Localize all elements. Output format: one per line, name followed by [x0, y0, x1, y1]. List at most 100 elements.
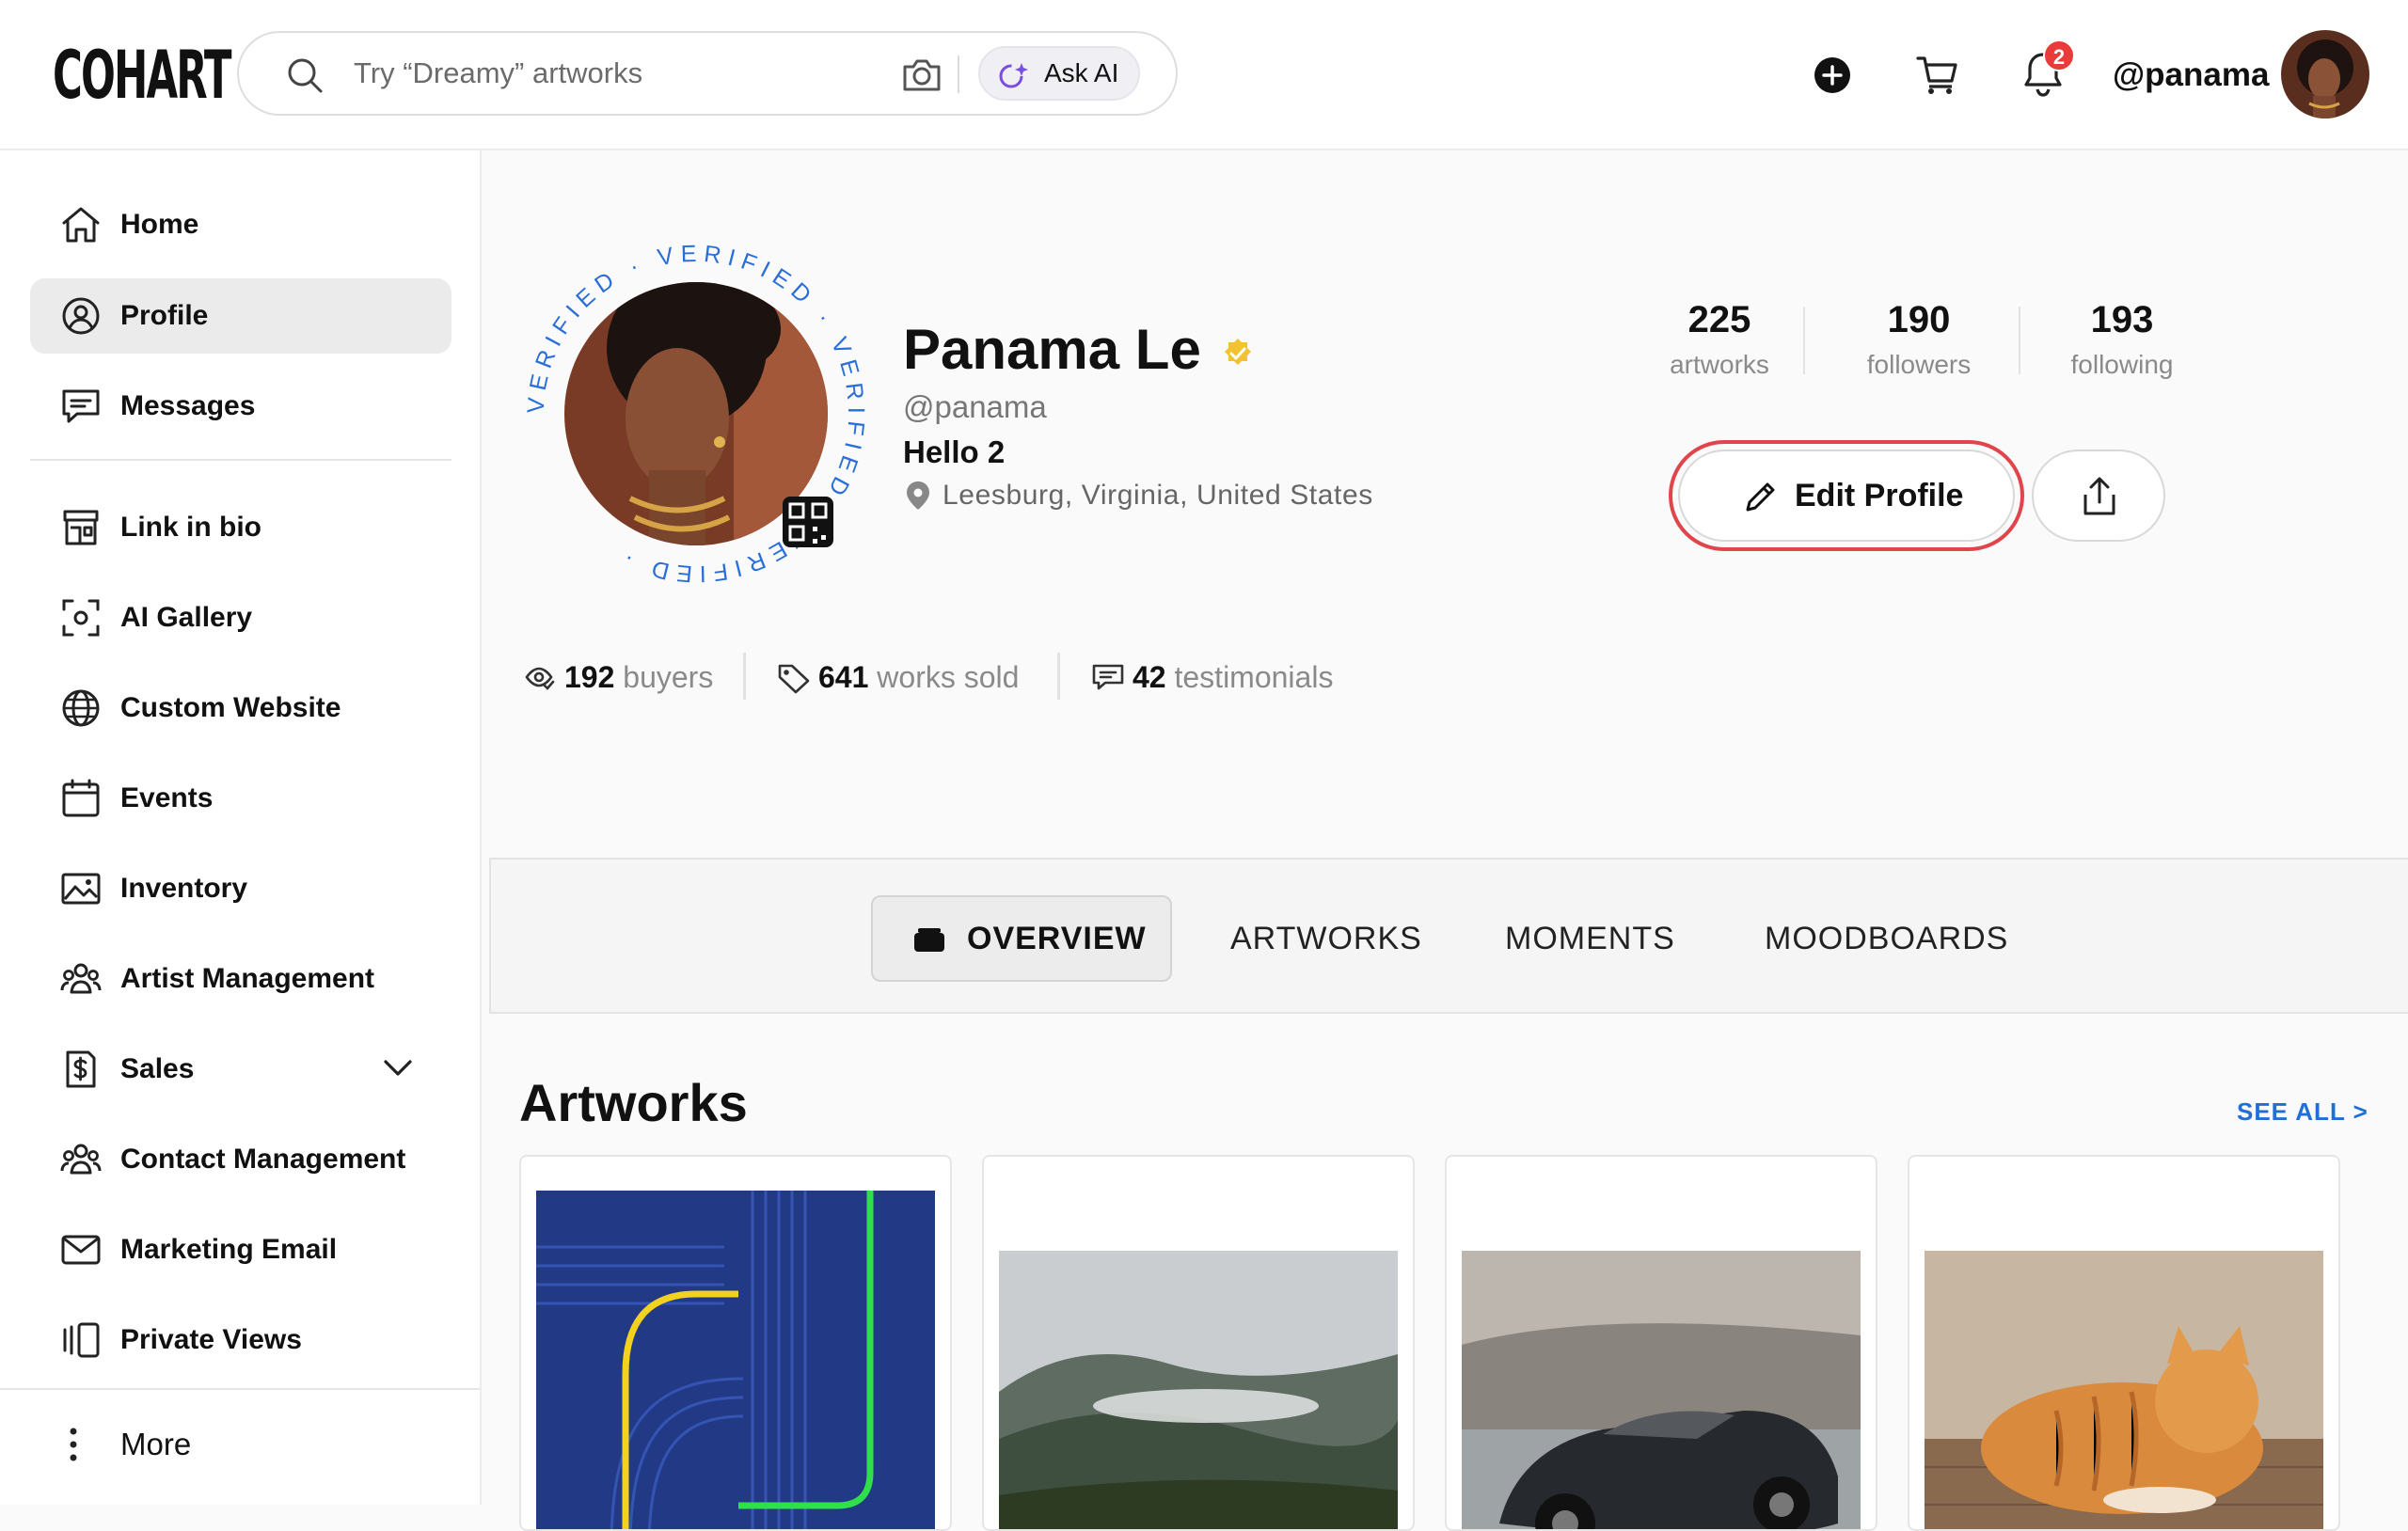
ask-ai-button[interactable]: Ask AI: [978, 46, 1140, 101]
messages-icon: [62, 389, 100, 423]
tag-icon: [778, 664, 810, 694]
stat-followers[interactable]: 190 followers: [1861, 293, 1977, 384]
sidebar-item-custom-website[interactable]: Custom Website: [30, 671, 452, 746]
edit-profile-button[interactable]: Edit Profile: [1678, 450, 2015, 542]
sidebar-item-label: Private Views: [120, 1324, 302, 1355]
metric-divider: [743, 653, 746, 700]
sidebar-item-messages[interactable]: Messages: [30, 369, 452, 444]
sidebar-more-button[interactable]: More: [30, 1407, 452, 1482]
metric-number: 641: [818, 660, 869, 694]
verified-badge-icon: [1225, 339, 1251, 365]
sidebar-item-label: Sales: [120, 1053, 195, 1084]
stat-number: 225: [1687, 299, 1751, 340]
artwork-image-landscape: [999, 1251, 1398, 1529]
see-all-link[interactable]: SEE ALL >: [2237, 1095, 2368, 1129]
metric-label: works sold: [877, 660, 1020, 694]
artworks-section-title: Artworks: [519, 1073, 748, 1132]
sidebar-item-profile[interactable]: Profile: [30, 278, 452, 354]
tab-overview[interactable]: OVERVIEW: [871, 895, 1172, 982]
image-icon: [61, 873, 101, 905]
profile-tabs: OVERVIEW ARTWORKS MOMENTS MOODBOARDS: [489, 858, 2408, 1014]
mail-icon: [61, 1235, 101, 1265]
stat-caption: following: [2070, 350, 2174, 379]
calendar-icon: [62, 779, 100, 817]
sidebar-item-events[interactable]: Events: [30, 761, 452, 836]
qr-code-icon[interactable]: [783, 497, 833, 547]
cart-icon[interactable]: [1915, 53, 1958, 96]
ai-gallery-icon: [62, 599, 100, 637]
profile-location: Leesburg, Virginia, United States: [943, 480, 1373, 511]
notification-badge: 2: [2043, 39, 2075, 71]
testimonials-icon: [1092, 664, 1124, 690]
profile-handle: @panama: [903, 389, 1047, 424]
profile-name: Panama Le: [903, 318, 1201, 381]
artwork-image-abstract: [536, 1191, 935, 1529]
sidebar-item-home[interactable]: Home: [30, 187, 452, 262]
artwork-card[interactable]: [1445, 1155, 1877, 1531]
cohart-logo[interactable]: COHART: [53, 41, 231, 109]
artwork-image-cat: [1925, 1251, 2323, 1529]
search-icon: [288, 58, 323, 93]
search-input[interactable]: Try “Dreamy” artworks: [354, 33, 642, 114]
location-pin-icon: [907, 481, 929, 510]
camera-icon[interactable]: [901, 55, 943, 93]
header-username[interactable]: @panama: [2113, 49, 2269, 102]
tab-moments[interactable]: MOMENTS: [1505, 895, 1675, 982]
sidebar-item-label: Profile: [120, 300, 209, 331]
add-icon[interactable]: [1814, 56, 1851, 94]
sidebar-item-label: Link in bio: [120, 512, 261, 543]
buyers-icon: [525, 667, 555, 690]
top-header: COHART Try “Dreamy” artworks Ask AI 2 @p…: [0, 0, 2408, 150]
sidebar-item-label: Custom Website: [120, 692, 341, 723]
edit-profile-label: Edit Profile: [1795, 478, 1964, 513]
sidebar-bottom-divider: [0, 1388, 480, 1390]
artwork-card[interactable]: [1908, 1155, 2340, 1531]
sidebar-item-label: Artist Management: [120, 963, 375, 994]
search-bar[interactable]: Try “Dreamy” artworks Ask AI: [237, 31, 1178, 116]
artwork-image-car: [1462, 1251, 1861, 1529]
tab-moodboards[interactable]: MOODBOARDS: [1765, 895, 2008, 982]
sidebar-item-label: Marketing Email: [120, 1234, 338, 1265]
sidebar-item-private-views[interactable]: Private Views: [30, 1302, 452, 1378]
dollar-icon: [66, 1050, 96, 1088]
sidebar-item-label: Home: [120, 209, 199, 240]
stat-divider: [2019, 307, 2020, 374]
metric-number: 42: [1133, 660, 1166, 694]
tab-label: OVERVIEW: [967, 921, 1147, 956]
sidebar-item-label: Contact Management: [120, 1144, 406, 1175]
metric-divider: [1057, 653, 1060, 700]
sidebar-item-artist-management[interactable]: Artist Management: [30, 941, 452, 1017]
metric-number: 192: [564, 660, 615, 694]
people-icon: [60, 963, 102, 994]
stat-caption: artworks: [1670, 350, 1769, 379]
profile-icon: [62, 297, 100, 335]
sidebar-divider: [30, 459, 452, 461]
sidebar-item-contact-management[interactable]: Contact Management: [30, 1122, 452, 1197]
pencil-icon: [1746, 482, 1775, 512]
stat-number: 193: [2090, 299, 2154, 340]
stat-number: 190: [1887, 299, 1951, 340]
chevron-down-icon[interactable]: [382, 1056, 414, 1079]
ai-sparkle-icon: [999, 63, 1028, 88]
sidebar-item-ai-gallery[interactable]: AI Gallery: [30, 580, 452, 655]
sidebar-item-link-in-bio[interactable]: Link in bio: [30, 490, 452, 565]
sidebar-item-label: Inventory: [120, 873, 248, 904]
more-label: More: [120, 1427, 192, 1461]
header-avatar[interactable]: [2281, 30, 2369, 118]
artwork-card[interactable]: [519, 1155, 952, 1531]
metric-works-sold: 641 works sold: [777, 649, 1059, 705]
search-divider: [958, 55, 959, 93]
artwork-card[interactable]: [982, 1155, 1415, 1531]
share-profile-button[interactable]: [2032, 450, 2165, 542]
sidebar-item-sales[interactable]: Sales: [30, 1032, 452, 1107]
share-icon: [2083, 477, 2115, 515]
profile-bio: Hello 2: [903, 434, 1006, 469]
sidebar-item-label: AI Gallery: [120, 602, 253, 633]
sidebar-item-inventory[interactable]: Inventory: [30, 851, 452, 926]
sidebar-item-marketing-email[interactable]: Marketing Email: [30, 1212, 452, 1287]
private-views-icon: [63, 1322, 100, 1358]
profile-avatar[interactable]: VERIFIED · VERIFIED · VERIFIED · VERIFIE…: [527, 245, 865, 583]
tab-artworks[interactable]: ARTWORKS: [1230, 895, 1422, 982]
stat-artworks[interactable]: 225 artworks: [1665, 293, 1774, 384]
stat-following[interactable]: 193 following: [2064, 293, 2180, 384]
